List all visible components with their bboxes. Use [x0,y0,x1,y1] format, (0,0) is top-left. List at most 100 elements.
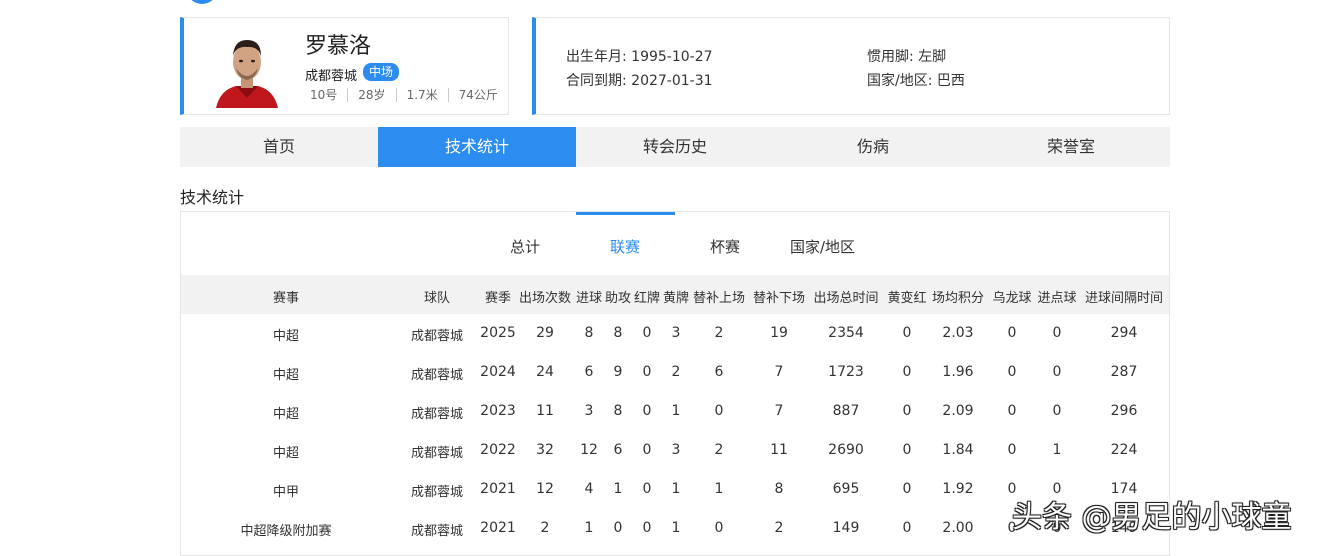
subtab-total[interactable]: 总计 [510,236,540,257]
cell-avg-points: 2.00 [942,520,974,536]
cell-competition[interactable]: 中甲 [273,481,299,500]
cell-red-cards: 0 [642,403,652,419]
cell-assists: 6 [613,442,623,458]
cell-own-goals: 0 [1007,325,1017,341]
subtab-league[interactable]: 联赛 [610,236,640,257]
player-name: 罗慕洛 [305,34,372,59]
cell-avg-points: 1.96 [942,364,974,380]
player-club[interactable]: 成都蓉城 [305,65,357,84]
cell-goal-interval: 287 [1110,364,1138,380]
cell-own-goals: 0 [1007,403,1017,419]
cell-sub-out: 19 [770,325,788,341]
header-total-minutes[interactable]: 出场总时间 [813,287,878,306]
tab-honors[interactable]: 荣誉室 [972,127,1170,167]
cell-competition[interactable]: 中超 [273,364,299,383]
cell-second-yellow: 0 [902,325,912,341]
cell-total-minutes: 2354 [828,325,864,341]
cell-sub-out: 8 [774,481,784,497]
cell-season: 2024 [480,364,516,380]
cell-assists: 8 [613,325,623,341]
cell-yellow-cards: 3 [671,325,681,341]
header-assists[interactable]: 助攻 [605,287,631,306]
header-second-yellow[interactable]: 黄变红 [887,287,926,306]
cell-competition[interactable]: 中超 [273,442,299,461]
header-team[interactable]: 球队 [424,287,450,306]
header-avg-points[interactable]: 场均积分 [932,287,984,306]
cell-goal-interval: 224 [1110,442,1138,458]
tab-injuries[interactable]: 伤病 [774,127,972,167]
tab-transfer-history[interactable]: 转会历史 [576,127,774,167]
cell-yellow-cards: 2 [671,364,681,380]
cell-appearances: 32 [536,442,554,458]
cell-second-yellow: 0 [902,481,912,497]
cell-assists: 0 [613,520,623,536]
tab-tech-stats[interactable]: 技术统计 [378,127,576,167]
header-goals[interactable]: 进球 [576,287,602,306]
player-weight: 74公斤 [458,88,498,102]
header-penalty-goals[interactable]: 进点球 [1037,287,1076,306]
cell-team[interactable]: 成都蓉城 [411,442,463,461]
header-yellow-cards[interactable]: 黄牌 [663,287,689,306]
cell-yellow-cards: 1 [671,481,681,497]
contract-expiry: 合同到期: 2027-01-31 [566,73,713,89]
watermark: 头条 @男足的小球童 [1012,500,1292,535]
cell-penalty-goals: 0 [1052,325,1062,341]
cell-team[interactable]: 成都蓉城 [411,403,463,422]
cell-red-cards: 0 [642,364,652,380]
subtab-cup[interactable]: 杯赛 [710,236,740,257]
cell-yellow-cards: 1 [671,520,681,536]
active-subtab-indicator [576,212,675,215]
cell-team[interactable]: 成都蓉城 [411,520,463,539]
cell-team[interactable]: 成都蓉城 [411,325,463,344]
cell-appearances: 24 [536,364,554,380]
cell-sub-in: 0 [714,403,724,419]
cell-appearances: 12 [536,481,554,497]
table-row: 中超 成都蓉城 2022 32 12 6 0 3 2 11 2690 0 1.84 0 1 224 [181,431,1169,470]
section-title: 技术统计 [180,188,245,207]
cell-goals: 3 [584,403,594,419]
cell-red-cards: 0 [642,442,652,458]
cell-goals: 6 [584,364,594,380]
player-height: 1.7米 [397,88,449,102]
header-appearances[interactable]: 出场次数 [519,287,571,306]
cell-sub-in: 2 [714,442,724,458]
cell-season: 2025 [480,325,516,341]
cell-season: 2021 [480,520,516,536]
table-row: 中超 成都蓉城 2023 11 3 8 0 1 0 7 887 0 2.09 0 0 296 [181,392,1169,431]
cell-goals: 12 [580,442,598,458]
header-sub-out[interactable]: 替补下场 [753,287,805,306]
player-number: 10号 [300,88,349,102]
cell-competition[interactable]: 中超 [273,403,299,422]
cell-sub-in: 1 [714,481,724,497]
header-goal-interval[interactable]: 进球间隔时间 [1085,287,1163,306]
cell-goals: 4 [584,481,594,497]
header-sub-in[interactable]: 替补上场 [693,287,745,306]
player-avatar [214,26,280,108]
cell-sub-in: 0 [714,520,724,536]
cell-competition[interactable]: 中超 [273,325,299,344]
tab-home[interactable]: 首页 [180,127,378,167]
cell-second-yellow: 0 [902,403,912,419]
cell-team[interactable]: 成都蓉城 [411,364,463,383]
cell-own-goals: 0 [1007,442,1017,458]
header-red-cards[interactable]: 红牌 [634,287,660,306]
cell-sub-in: 2 [714,325,724,341]
header-own-goals[interactable]: 乌龙球 [992,287,1031,306]
cell-team[interactable]: 成都蓉城 [411,481,463,500]
cell-assists: 8 [613,403,623,419]
cell-competition[interactable]: 中超降级附加赛 [240,520,331,539]
cell-total-minutes: 149 [832,520,860,536]
cell-sub-in: 6 [714,364,724,380]
subtab-national[interactable]: 国家/地区 [790,236,855,257]
cell-second-yellow: 0 [902,364,912,380]
birth-date: 出生年月: 1995-10-27 [566,49,713,65]
preferred-foot: 惯用脚: 左脚 [867,49,947,65]
header-season[interactable]: 赛季 [485,287,511,306]
header-competition[interactable]: 赛事 [273,287,299,306]
position-badge: 中场 [363,63,400,81]
cell-assists: 9 [613,364,623,380]
cell-avg-points: 2.09 [942,403,974,419]
table-row: 中超 成都蓉城 2024 24 6 9 0 2 6 7 1723 0 1.96 0 0 287 [181,353,1169,392]
top-logo-fragment [186,0,218,4]
cell-sub-out: 7 [774,403,784,419]
